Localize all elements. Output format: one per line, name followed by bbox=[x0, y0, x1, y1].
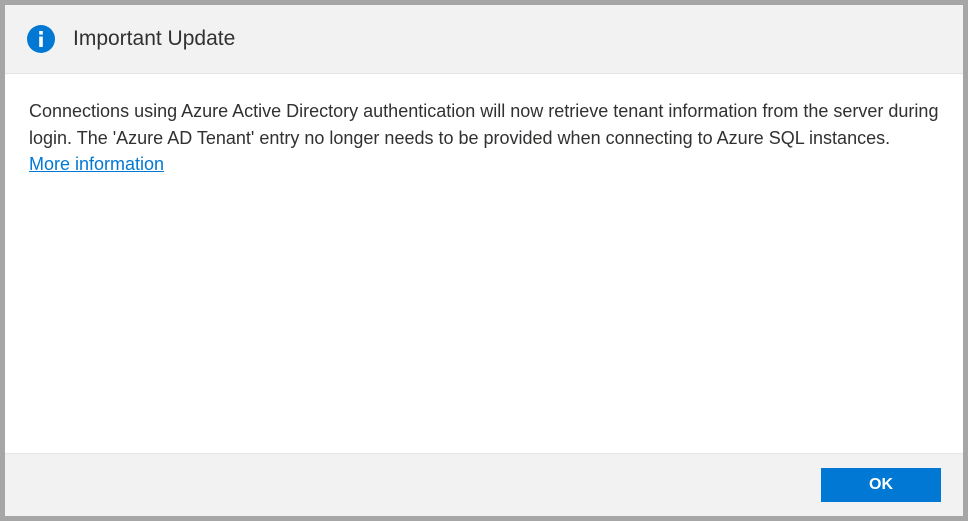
dialog-header: Important Update bbox=[5, 5, 963, 74]
more-information-link[interactable]: More information bbox=[29, 154, 164, 175]
update-message: Connections using Azure Active Directory… bbox=[29, 98, 939, 152]
dialog-title: Important Update bbox=[73, 27, 235, 51]
dialog-footer: OK bbox=[5, 453, 963, 516]
dialog-frame: Important Update Connections using Azure… bbox=[0, 0, 968, 521]
info-icon bbox=[27, 25, 55, 53]
dialog-body: Connections using Azure Active Directory… bbox=[5, 74, 963, 453]
ok-button[interactable]: OK bbox=[821, 468, 941, 502]
